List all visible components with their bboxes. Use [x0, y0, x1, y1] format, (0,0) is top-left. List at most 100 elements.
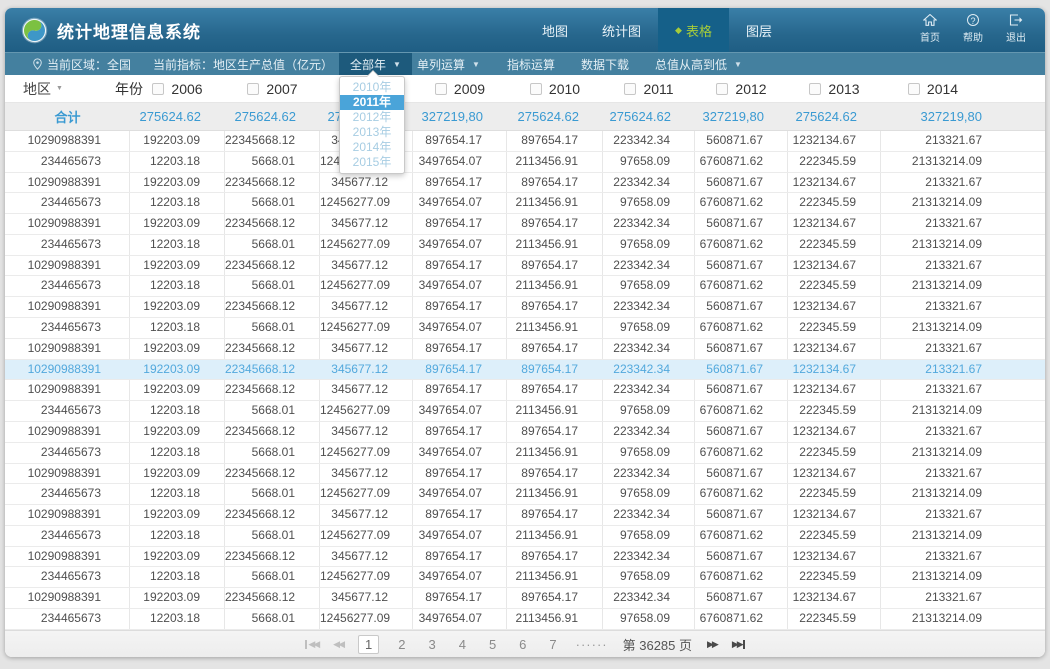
table-row[interactable]: 23446567312203.185668.0112456277.0934976…	[5, 567, 1045, 588]
table-row[interactable]: 23446567312203.185668.0112456277.0934976…	[5, 318, 1045, 339]
page-number[interactable]: 4	[455, 636, 470, 653]
first-page-button[interactable]: ◀◀	[305, 640, 318, 649]
total-value-cell: 275624.62	[225, 109, 320, 124]
previous-page-button[interactable]: ◀◀	[333, 640, 343, 649]
year-column-header: 2009	[413, 81, 507, 97]
value-cell: 213321.67	[881, 360, 1045, 380]
nav-tab-统计图[interactable]: 统计图	[585, 8, 658, 52]
year-checkbox[interactable]	[435, 83, 447, 95]
value-cell: 192203.09	[130, 380, 225, 400]
value-cell: 21313214.09	[881, 484, 1045, 504]
nav-tab-地图[interactable]: 地图	[525, 8, 585, 52]
value-cell: 3497654.07	[413, 567, 507, 587]
value-cell: 560871.67	[695, 588, 788, 608]
year-checkbox[interactable]	[716, 83, 728, 95]
year-checkbox[interactable]	[152, 83, 164, 95]
value-cell: 560871.67	[695, 360, 788, 380]
page-number[interactable]: 7	[545, 636, 560, 653]
year-column-header: 2010	[507, 81, 603, 97]
region-cell: 10290988391	[5, 131, 130, 151]
table-row[interactable]: 10290988391192203.0922345668.12345677.12…	[5, 339, 1045, 360]
value-cell: 22345668.12	[225, 214, 320, 234]
value-cell: 97658.09	[603, 484, 695, 504]
year-option[interactable]: 2011年	[340, 95, 404, 110]
table-row[interactable]: 23446567312203.185668.0112456277.0934976…	[5, 401, 1045, 422]
page-number[interactable]: 6	[515, 636, 530, 653]
year-checkbox[interactable]	[624, 83, 636, 95]
value-cell: 897654.17	[507, 464, 603, 484]
value-cell: 213321.67	[881, 214, 1045, 234]
table-row[interactable]: 10290988391192203.0922345668.12345677.12…	[5, 360, 1045, 381]
year-checkbox[interactable]	[809, 83, 821, 95]
page-number[interactable]: 1	[358, 635, 379, 654]
table-row[interactable]: 23446567312203.185668.0112456277.0934976…	[5, 235, 1045, 256]
value-cell: 192203.09	[130, 360, 225, 380]
year-checkbox[interactable]	[530, 83, 542, 95]
table-row[interactable]: 10290988391192203.0922345668.12345677.12…	[5, 173, 1045, 194]
value-cell: 97658.09	[603, 567, 695, 587]
year-option[interactable]: 2014年	[340, 140, 404, 155]
year-option[interactable]: 2013年	[340, 125, 404, 140]
value-cell: 22345668.12	[225, 339, 320, 359]
value-cell: 222345.59	[788, 484, 881, 504]
data-download-button[interactable]: 数据下载	[581, 53, 629, 75]
value-cell: 6760871.62	[695, 152, 788, 172]
home-button[interactable]: 首页	[915, 13, 945, 44]
table-row[interactable]: 23446567312203.185668.0112456277.0934976…	[5, 526, 1045, 547]
table-row[interactable]: 23446567312203.185668.0112456277.0934976…	[5, 609, 1045, 630]
table-row[interactable]: 10290988391192203.0922345668.12345677.12…	[5, 297, 1045, 318]
value-cell: 345677.12	[320, 173, 413, 193]
value-cell: 21313214.09	[881, 443, 1045, 463]
year-column-header: 2011	[603, 81, 695, 97]
next-page-button[interactable]: ▶▶	[707, 640, 717, 649]
logout-button[interactable]: 退出	[1001, 13, 1031, 44]
table-row[interactable]: 10290988391192203.0922345668.12345677.12…	[5, 256, 1045, 277]
year-checkbox[interactable]	[247, 83, 259, 95]
value-cell: 12456277.09	[320, 609, 413, 629]
value-cell: 97658.09	[603, 318, 695, 338]
value-cell: 897654.17	[413, 256, 507, 276]
region-column-header[interactable]: 地区 ▼	[5, 79, 130, 99]
current-region-label: 当前区域：全国	[47, 56, 131, 73]
location-pin-icon	[33, 58, 42, 70]
single-column-calc-button[interactable]: 单列运算 ▼	[417, 53, 480, 75]
value-cell: 12203.18	[130, 484, 225, 504]
page-number[interactable]: 3	[424, 636, 439, 653]
region-cell: 234465673	[5, 609, 130, 629]
table-row[interactable]: 23446567312203.185668.0112456277.0934976…	[5, 276, 1045, 297]
sort-order-button[interactable]: 总值从高到低 ▼	[655, 53, 742, 75]
table-row[interactable]: 10290988391192203.0922345668.12345677.12…	[5, 380, 1045, 401]
region-cell: 10290988391	[5, 297, 130, 317]
year-checkbox[interactable]	[908, 83, 920, 95]
year-option[interactable]: 2012年	[340, 110, 404, 125]
last-page-button[interactable]: ▶▶	[732, 640, 745, 649]
table-row[interactable]: 10290988391192203.0922345668.12345677.12…	[5, 588, 1045, 609]
value-cell: 213321.67	[881, 339, 1045, 359]
table-row[interactable]: 10290988391192203.0922345668.12345677.12…	[5, 214, 1045, 235]
nav-tab-图层[interactable]: 图层	[729, 8, 789, 52]
table-row[interactable]: 10290988391192203.0922345668.12345677.12…	[5, 131, 1045, 152]
table-row[interactable]: 10290988391192203.0922345668.12345677.12…	[5, 547, 1045, 568]
value-cell: 192203.09	[130, 256, 225, 276]
table-row[interactable]: 23446567312203.185668.0112456277.0934976…	[5, 484, 1045, 505]
value-cell: 897654.17	[507, 422, 603, 442]
year-option[interactable]: 2015年	[340, 155, 404, 170]
year-column-header: 2013	[788, 81, 881, 97]
table-row[interactable]: 23446567312203.185668.0112456277.0934976…	[5, 443, 1045, 464]
table-row[interactable]: 23446567312203.185668.0112456277.0934976…	[5, 152, 1045, 173]
value-cell: 21313214.09	[881, 193, 1045, 213]
value-cell: 12203.18	[130, 401, 225, 421]
page-number[interactable]: 2	[394, 636, 409, 653]
help-button[interactable]: ? 帮助	[958, 13, 988, 44]
nav-tab-表格[interactable]: ◆表格	[658, 8, 729, 52]
value-cell: 223342.34	[603, 256, 695, 276]
value-cell: 5668.01	[225, 443, 320, 463]
table-row[interactable]: 10290988391192203.0922345668.12345677.12…	[5, 505, 1045, 526]
table-row[interactable]: 10290988391192203.0922345668.12345677.12…	[5, 464, 1045, 485]
year-option[interactable]: 2010年	[340, 80, 404, 95]
table-row[interactable]: 10290988391192203.0922345668.12345677.12…	[5, 422, 1045, 443]
table-row[interactable]: 23446567312203.185668.0112456277.0934976…	[5, 193, 1045, 214]
quick-links: 首页 ? 帮助 退出	[915, 13, 1031, 44]
indicator-calc-button[interactable]: 指标运算	[507, 53, 555, 75]
page-number[interactable]: 5	[485, 636, 500, 653]
